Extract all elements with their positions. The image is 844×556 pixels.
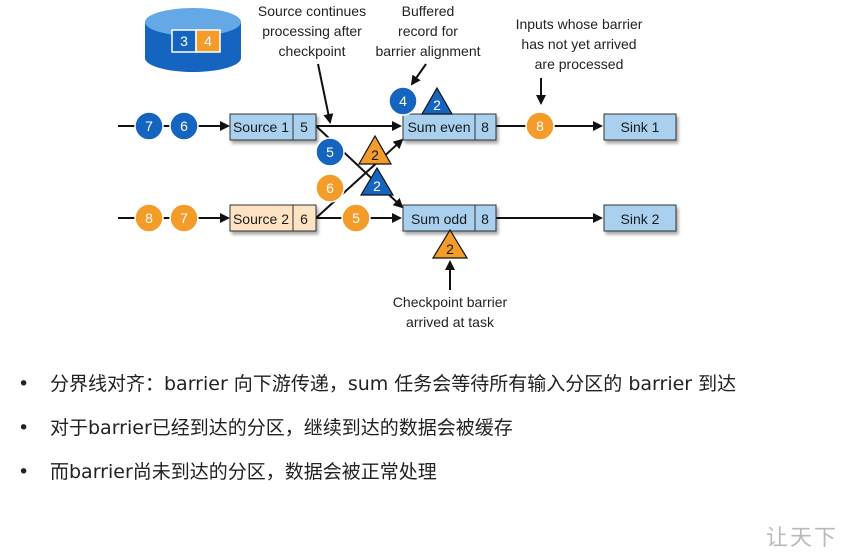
svg-text:2: 2: [371, 147, 379, 163]
record-blue-6: 6: [169, 111, 199, 141]
svg-text:2: 2: [373, 178, 381, 194]
svg-text:5: 5: [352, 210, 360, 226]
source1-name: Source 1: [233, 119, 289, 135]
svg-text:6: 6: [326, 180, 334, 196]
svg-text:Inputs whose barrier: Inputs whose barrier: [516, 16, 643, 32]
record-orange-5: 5: [341, 203, 371, 233]
sum-even-value: 8: [481, 119, 489, 135]
sink1-name: Sink 1: [621, 119, 660, 135]
bullet-item: 对于barrier已经到达的分区，继续到达的数据会被缓存: [18, 406, 838, 450]
svg-text:Source continues: Source continues: [258, 3, 366, 19]
svg-text:4: 4: [399, 93, 407, 109]
svg-text:barrier alignment: barrier alignment: [375, 43, 480, 59]
watermark-text: 让天下: [765, 526, 838, 551]
svg-text:arrived at task: arrived at task: [406, 314, 495, 330]
svg-text:5: 5: [326, 144, 334, 160]
state-value-3: 3: [180, 33, 188, 49]
barrier-blue-buffered: 2: [420, 86, 454, 115]
state-backend-icon: 3 4: [145, 8, 241, 72]
svg-text:2: 2: [446, 241, 454, 257]
record-orange-6-cross: 6: [315, 173, 345, 203]
barrier-orange-sum-odd: 2: [431, 228, 469, 259]
record-orange-8-sink1: 8: [525, 111, 555, 141]
svg-text:are processed: are processed: [535, 56, 624, 72]
svg-text:7: 7: [145, 118, 153, 134]
record-blue-7: 7: [134, 111, 164, 141]
svg-text:2: 2: [433, 97, 441, 113]
svg-text:checkpoint: checkpoint: [279, 43, 346, 59]
source1-value: 5: [300, 119, 308, 135]
svg-text:8: 8: [145, 210, 153, 226]
source2-name: Source 2: [233, 211, 289, 227]
sum-even-name: Sum even: [407, 119, 470, 135]
record-orange-8: 8: [134, 203, 164, 233]
svg-text:record for: record for: [398, 23, 458, 39]
record-blue-5-cross: 5: [315, 137, 345, 167]
bullet-item: 而barrier尚未到达的分区，数据会被正常处理: [18, 450, 838, 494]
label-buffered-record: Buffered record for barrier alignment: [375, 3, 480, 59]
barrier-orange-cross: 2: [357, 134, 393, 165]
svg-text:Buffered: Buffered: [402, 3, 455, 19]
svg-text:processing after: processing after: [262, 23, 362, 39]
label-checkpoint-barrier: Checkpoint barrier arrived at task: [393, 294, 508, 330]
label-inputs-not-arrived: Inputs whose barrier has not yet arrived…: [516, 16, 643, 72]
buffered-record-blue-4: 4: [388, 86, 418, 116]
bullet-item: 分界线对齐：barrier 向下游传递，sum 任务会等待所有输入分区的 bar…: [18, 362, 838, 406]
svg-text:8: 8: [536, 118, 544, 134]
bullet-list: 分界线对齐：barrier 向下游传递，sum 任务会等待所有输入分区的 bar…: [18, 362, 838, 494]
pointer-arrow-source: [317, 63, 334, 124]
sum-odd-name: Sum odd: [411, 211, 467, 227]
svg-text:Checkpoint barrier: Checkpoint barrier: [393, 294, 508, 310]
label-source-continues: Source continues processing after checkp…: [258, 3, 366, 59]
checkpoint-alignment-diagram: 3 4 Source continues processing after ch…: [118, 3, 677, 330]
svg-text:7: 7: [180, 210, 188, 226]
svg-text:has not yet arrived: has not yet arrived: [521, 36, 636, 52]
state-value-4: 4: [204, 33, 212, 49]
svg-text:6: 6: [180, 118, 188, 134]
pointer-arrow-buffered: [410, 63, 427, 86]
record-orange-7: 7: [169, 203, 199, 233]
sum-odd-value: 8: [481, 211, 489, 227]
source2-value: 6: [300, 211, 308, 227]
sink2-name: Sink 2: [621, 211, 660, 227]
